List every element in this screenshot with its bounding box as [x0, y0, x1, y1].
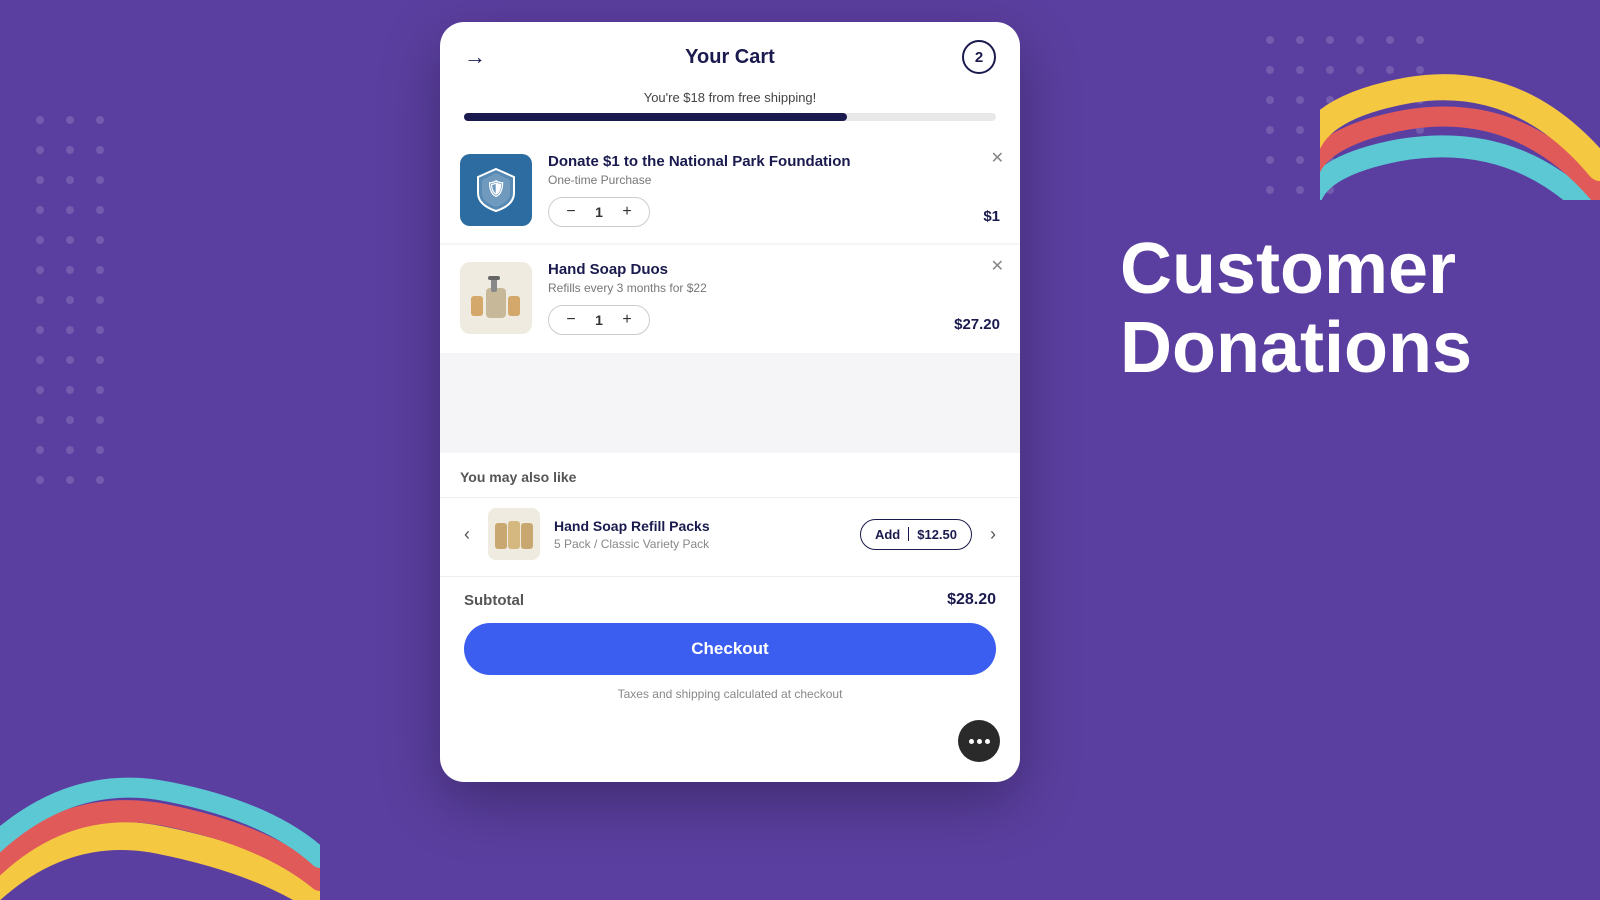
- soap-duos-item-name: Hand Soap Duos: [548, 261, 938, 278]
- donation-qty-decrease[interactable]: −: [561, 202, 581, 222]
- back-button[interactable]: →: [464, 44, 486, 70]
- add-button-divider: [908, 527, 909, 541]
- refill-pack-icon: [491, 511, 537, 557]
- also-like-product-image: [488, 508, 540, 560]
- also-like-prev-button[interactable]: ‹: [460, 524, 474, 545]
- also-like-section: You may also like ‹ Hand Soap Refill Pac…: [440, 453, 1020, 576]
- promo-text: Customer Donations: [1120, 230, 1540, 388]
- soap-duos-item-price: $27.20: [954, 316, 1000, 335]
- fab-dot-2: [977, 739, 982, 744]
- cart-count-badge: 2: [962, 40, 996, 74]
- ribbon-bottom-left: [0, 640, 320, 900]
- also-like-title: You may also like: [440, 469, 1020, 497]
- donation-item-image: 🛡: [460, 154, 532, 226]
- add-button-price: $12.50: [917, 527, 957, 542]
- soap-duos-qty-value: 1: [591, 312, 607, 328]
- donation-item-details: Donate $1 to the National Park Foundatio…: [548, 153, 967, 227]
- checkout-button[interactable]: Checkout: [464, 623, 996, 675]
- also-like-product-details: Hand Soap Refill Packs 5 Pack / Classic …: [554, 518, 846, 551]
- dots-left: [20, 100, 220, 700]
- progress-bar-fill: [464, 113, 847, 121]
- donation-qty-value: 1: [591, 204, 607, 220]
- subtotal-amount: $28.20: [947, 591, 996, 609]
- also-like-product-name: Hand Soap Refill Packs: [554, 518, 846, 534]
- soap-duos-qty-increase[interactable]: +: [617, 310, 637, 330]
- cart-item-donation: 🛡 Donate $1 to the National Park Foundat…: [440, 137, 1020, 243]
- cart-footer: Subtotal $28.20 Checkout Taxes and shipp…: [440, 576, 1020, 715]
- subtotal-row: Subtotal $28.20: [464, 591, 996, 609]
- soap-duos-item-remove[interactable]: ✕: [991, 259, 1004, 275]
- shipping-text: You're $18 from free shipping!: [464, 90, 996, 105]
- fab-button[interactable]: [958, 720, 1000, 762]
- donation-item-remove[interactable]: ✕: [991, 151, 1004, 167]
- subtotal-label: Subtotal: [464, 592, 524, 609]
- fab-dot-1: [969, 739, 974, 744]
- cart-spacer: [440, 353, 1020, 453]
- progress-bar-background: [464, 113, 996, 121]
- also-like-product-variant: 5 Pack / Classic Variety Pack: [554, 537, 846, 551]
- cart-header: → Your Cart 2: [440, 22, 1020, 90]
- donation-item-subtitle: One-time Purchase: [548, 173, 967, 187]
- cart-modal: → Your Cart 2 You're $18 from free shipp…: [440, 22, 1020, 782]
- soap-duos-icon: [466, 268, 526, 328]
- svg-text:🛡: 🛡: [486, 179, 506, 198]
- also-like-add-button[interactable]: Add $12.50: [860, 519, 972, 550]
- also-like-next-button[interactable]: ›: [986, 524, 1000, 545]
- donation-item-name: Donate $1 to the National Park Foundatio…: [548, 153, 967, 170]
- cart-items-container: 🛡 Donate $1 to the National Park Foundat…: [440, 137, 1020, 351]
- ribbon-top-right: [1320, 0, 1600, 200]
- cart-title: Your Cart: [685, 46, 775, 69]
- donation-qty-increase[interactable]: +: [617, 202, 637, 222]
- fab-dot-3: [985, 739, 990, 744]
- also-like-item: ‹ Hand Soap Refill Packs 5 Pack / Classi…: [440, 497, 1020, 576]
- soap-duos-quantity-control: − 1 +: [548, 305, 650, 335]
- soap-duos-item-details: Hand Soap Duos Refills every 3 months fo…: [548, 261, 938, 335]
- soap-duos-item-image: [460, 262, 532, 334]
- soap-duos-qty-decrease[interactable]: −: [561, 310, 581, 330]
- tax-note: Taxes and shipping calculated at checkou…: [464, 687, 996, 715]
- donation-item-price: $1: [983, 208, 1000, 227]
- soap-duos-item-subtitle: Refills every 3 months for $22: [548, 281, 938, 295]
- add-button-label: Add: [875, 527, 900, 542]
- shield-icon: 🛡: [476, 167, 516, 213]
- shipping-progress: You're $18 from free shipping!: [440, 90, 1020, 137]
- donation-quantity-control: − 1 +: [548, 197, 650, 227]
- cart-item-soap-duos: Hand Soap Duos Refills every 3 months fo…: [440, 245, 1020, 351]
